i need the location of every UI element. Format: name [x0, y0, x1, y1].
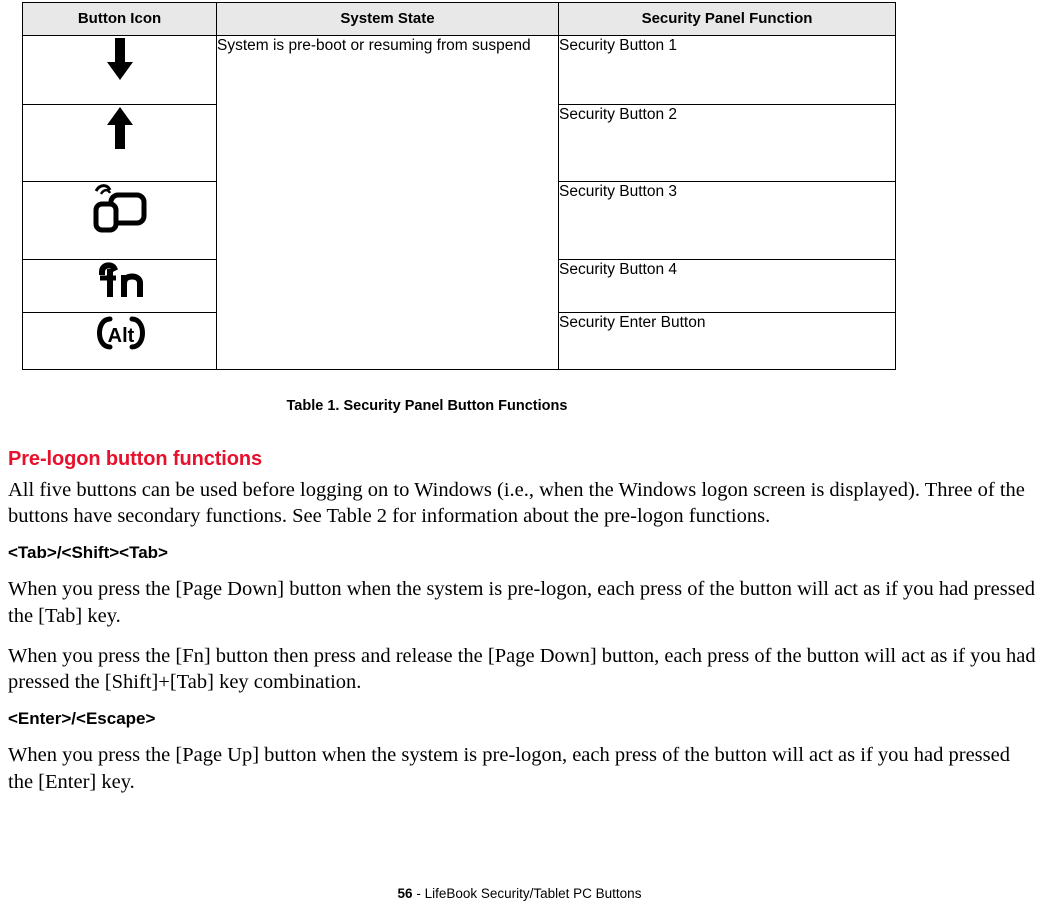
footer-title: - LifeBook Security/Tablet PC Buttons: [412, 886, 642, 901]
security-panel-table-wrapper: Button Icon System State Security Panel …: [22, 2, 896, 370]
cell-security-function: Security Button 2: [558, 104, 896, 182]
subheading-enter-escape: <Enter>/<Escape>: [8, 709, 156, 729]
document-page: Button Icon System State Security Panel …: [0, 0, 1039, 905]
page-footer: 56 - LifeBook Security/Tablet PC Buttons: [0, 886, 1039, 901]
cell-security-function: Security Button 4: [558, 259, 896, 313]
cell-button-icon: [22, 104, 217, 182]
column-header-button-icon: Button Icon: [22, 2, 217, 36]
cell-security-function: Security Button 3: [558, 181, 896, 260]
cell-button-icon: [22, 181, 217, 260]
table-body: System is pre-boot or resuming from susp…: [22, 35, 896, 370]
subheading-tab-shift-tab: <Tab>/<Shift><Tab>: [8, 543, 168, 563]
security-panel-table: Button Icon System State Security Panel …: [22, 2, 896, 370]
paragraph-page-down-tab: When you press the [Page Down] button wh…: [8, 578, 1036, 627]
down-arrow-icon: [104, 36, 136, 82]
windows-screen-icon: [92, 182, 148, 234]
footer-page-number: 56: [397, 886, 413, 901]
cell-button-icon: [22, 35, 217, 105]
paragraph-intro: All five buttons can be used before logg…: [8, 479, 1025, 528]
cell-button-icon: [22, 259, 217, 313]
table-row: System is pre-boot or resuming from susp…: [22, 35, 896, 370]
cell-system-state: System is pre-boot or resuming from susp…: [216, 35, 559, 370]
table-caption: Table 1. Security Panel Button Functions: [22, 398, 1022, 414]
document-body: Pre-logon button functions All five butt…: [8, 448, 1039, 809]
alt-key-icon: Alt: [88, 313, 152, 353]
up-arrow-icon: [104, 105, 136, 151]
paragraph-fn-page-down: When you press the [Fn] button then pres…: [8, 644, 1036, 694]
fn-key-icon: [90, 260, 150, 300]
cell-security-function: Security Button 1: [558, 35, 896, 105]
table-header: Button Icon System State Security Panel …: [22, 2, 896, 36]
svg-text:Alt: Alt: [107, 325, 134, 347]
paragraph-page-up-enter: When you press the [Page Up] button when…: [8, 744, 1010, 793]
cell-button-icon: Alt: [22, 312, 217, 370]
column-header-security-panel-function: Security Panel Function: [558, 2, 896, 36]
column-header-system-state: System State: [216, 2, 559, 36]
table-caption-text: Table 1. Security Panel Button Functions: [286, 398, 568, 414]
table-header-row: Button Icon System State Security Panel …: [22, 2, 896, 36]
cell-security-function: Security Enter Button: [558, 312, 896, 370]
section-heading-pre-logon: Pre-logon button functions: [8, 448, 263, 470]
